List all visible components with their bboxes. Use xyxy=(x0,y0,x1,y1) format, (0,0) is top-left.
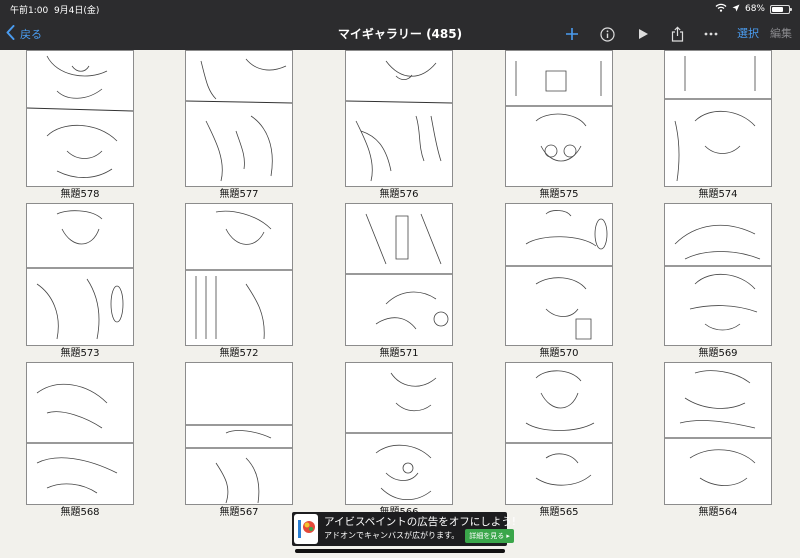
ellipsis-icon xyxy=(704,32,718,36)
status-bar: 午前1:00 9月4日(金) 68% xyxy=(0,0,800,18)
navigation-bar: 戻る マイギャラリー (485) 選択 編集 xyxy=(0,18,800,50)
artwork-title: 無題571 xyxy=(379,348,419,359)
artwork-title: 無題573 xyxy=(60,348,100,359)
ad-title: アイビスペイントの広告をオフにしよう! xyxy=(324,515,516,528)
artwork-thumbnail[interactable] xyxy=(26,362,134,505)
wifi-icon xyxy=(715,3,727,15)
artwork-title: 無題569 xyxy=(698,348,738,359)
artwork-title: 無題574 xyxy=(698,189,738,200)
back-button[interactable]: 戻る xyxy=(6,18,42,50)
artwork-thumbnail[interactable] xyxy=(185,50,293,187)
artwork-title: 無題572 xyxy=(219,348,259,359)
add-button[interactable] xyxy=(560,18,584,50)
artwork-thumbnail[interactable] xyxy=(505,362,613,505)
artwork-thumbnail[interactable] xyxy=(664,203,772,346)
artwork-thumbnail[interactable] xyxy=(345,203,453,346)
artwork-title: 無題570 xyxy=(539,348,579,359)
artwork-title: 無題575 xyxy=(539,189,579,200)
select-button[interactable]: 選択 xyxy=(737,18,759,50)
status-time: 午前1:00 xyxy=(10,5,49,16)
battery-icon xyxy=(770,4,792,14)
artwork-title: 無題567 xyxy=(219,507,259,518)
info-button[interactable] xyxy=(595,18,619,50)
gallery-grid: 無題578 無題577 無題576 無題575 無題574 無題573 無題57… xyxy=(0,50,800,518)
artwork-thumbnail[interactable] xyxy=(345,362,453,505)
artwork-thumbnail[interactable] xyxy=(664,50,772,187)
location-icon xyxy=(732,4,740,15)
artwork-thumbnail[interactable] xyxy=(505,203,613,346)
status-right: 68% xyxy=(715,3,792,15)
back-label: 戻る xyxy=(20,28,42,41)
ad-subtitle: アドオンでキャンバスが広がります。 xyxy=(324,530,460,540)
battery-fill xyxy=(772,6,783,12)
ad-banner[interactable]: アイビスペイントの広告をオフにしよう! アドオンでキャンバスが広がります。 詳細… xyxy=(292,512,516,546)
plus-icon xyxy=(566,28,578,40)
battery-percent: 68% xyxy=(744,4,765,14)
artwork-title: 無題577 xyxy=(219,189,259,200)
artwork-thumbnail[interactable] xyxy=(185,362,293,505)
play-icon xyxy=(639,29,648,39)
play-button[interactable] xyxy=(631,18,655,50)
edit-button[interactable]: 編集 xyxy=(770,18,792,50)
ibis-paint-logo xyxy=(294,514,318,544)
artwork-thumbnail[interactable] xyxy=(26,50,134,187)
artwork-thumbnail[interactable] xyxy=(505,50,613,187)
artwork-title: 無題568 xyxy=(60,507,100,518)
ad-text: アイビスペイントの広告をオフにしよう! アドオンでキャンバスが広がります。 詳細… xyxy=(324,516,516,543)
share-button[interactable] xyxy=(665,18,689,50)
status-date: 9月4日(金) xyxy=(53,5,100,16)
artwork-thumbnail[interactable] xyxy=(345,50,453,187)
share-icon xyxy=(671,26,683,42)
ad-details-label: 詳細を見る xyxy=(469,531,505,540)
artwork-title: 無題576 xyxy=(379,189,419,200)
artwork-title: 無題565 xyxy=(539,507,579,518)
home-indicator[interactable] xyxy=(295,549,505,553)
artwork-thumbnail[interactable] xyxy=(26,203,134,346)
chevron-left-icon xyxy=(6,25,15,43)
artwork-thumbnail[interactable] xyxy=(185,203,293,346)
status-left: 午前1:00 9月4日(金) xyxy=(10,3,99,16)
info-icon xyxy=(599,26,615,42)
artwork-title: 無題564 xyxy=(698,507,738,518)
artwork-thumbnail[interactable] xyxy=(664,362,772,505)
artwork-title: 無題578 xyxy=(60,189,100,200)
ad-subtitle-row: アドオンでキャンバスが広がります。 詳細を見る ▸ xyxy=(324,528,516,543)
ad-details-button[interactable]: 詳細を見る ▸ xyxy=(465,528,514,543)
more-button[interactable] xyxy=(699,18,723,50)
